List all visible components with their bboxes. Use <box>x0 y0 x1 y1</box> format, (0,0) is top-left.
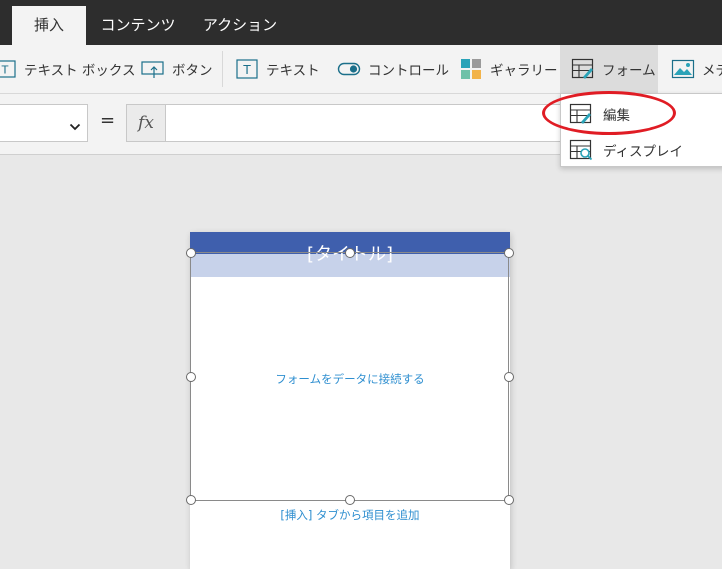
media-button[interactable]: メデ <box>670 45 722 93</box>
resize-handle-top-right[interactable] <box>504 248 514 258</box>
textbox-icon: T <box>0 58 18 80</box>
app-screen-canvas: [タイトル] フォームをデータに接続する [挿入] タブから項目を追加 <box>190 232 510 569</box>
property-dropdown[interactable] <box>0 104 88 142</box>
gallery-icon <box>458 58 484 80</box>
add-items-hint: [挿入] タブから項目を追加 <box>280 508 420 522</box>
control-button[interactable]: コントロール <box>336 45 449 93</box>
menu-item-display-label: ディスプレイ <box>603 143 684 160</box>
textbox-label: テキスト ボックス <box>24 63 136 79</box>
button-icon <box>140 58 166 80</box>
svg-text:T: T <box>1 64 9 77</box>
fx-icon[interactable]: fx <box>126 104 166 142</box>
resize-handle-bottom-left[interactable] <box>186 495 196 505</box>
resize-handle-left[interactable] <box>186 372 196 382</box>
text-icon: T <box>234 58 260 80</box>
tab-insert[interactable]: 挿入 <box>12 6 86 45</box>
gallery-label: ギャラリー <box>490 63 558 79</box>
connect-data-link[interactable]: フォームをデータに接続する <box>190 371 510 387</box>
image-icon <box>670 58 696 80</box>
form-icon <box>570 58 596 80</box>
form-label: フォーム <box>602 63 656 79</box>
control-label: コントロール <box>368 63 449 79</box>
textbox-button[interactable]: T テキスト ボックス <box>0 45 135 93</box>
ribbon-toolbar: T テキスト ボックス ボタン T テキスト コントロール ギャラリー フォーム <box>0 45 722 94</box>
tab-action[interactable]: アクション <box>196 6 284 45</box>
tab-content[interactable]: コンテンツ <box>96 6 180 45</box>
text-button[interactable]: T テキスト <box>234 45 320 93</box>
text-label: テキスト <box>266 63 320 79</box>
highlight-circle <box>542 91 676 135</box>
resize-handle-bottom-right[interactable] <box>504 495 514 505</box>
menu-item-display-form[interactable]: ディスプレイ <box>561 132 722 167</box>
form-display-icon <box>569 138 593 162</box>
resize-handle-right[interactable] <box>504 372 514 382</box>
resize-handle-top-left[interactable] <box>186 248 196 258</box>
ribbon-divider <box>222 51 223 87</box>
button-label: ボタン <box>172 63 213 79</box>
chevron-down-icon <box>69 117 81 136</box>
equals-sign: = <box>100 110 116 131</box>
svg-text:T: T <box>242 63 251 77</box>
resize-handle-top[interactable] <box>345 248 355 258</box>
toggle-icon <box>336 58 362 80</box>
ribbon-tab-bar: 挿入 コンテンツ アクション <box>0 0 722 45</box>
gallery-button[interactable]: ギャラリー <box>458 45 558 93</box>
media-label: メデ <box>702 63 722 79</box>
button-button[interactable]: ボタン <box>140 45 213 93</box>
form-button[interactable]: フォーム <box>560 45 658 93</box>
resize-handle-bottom[interactable] <box>345 495 355 505</box>
